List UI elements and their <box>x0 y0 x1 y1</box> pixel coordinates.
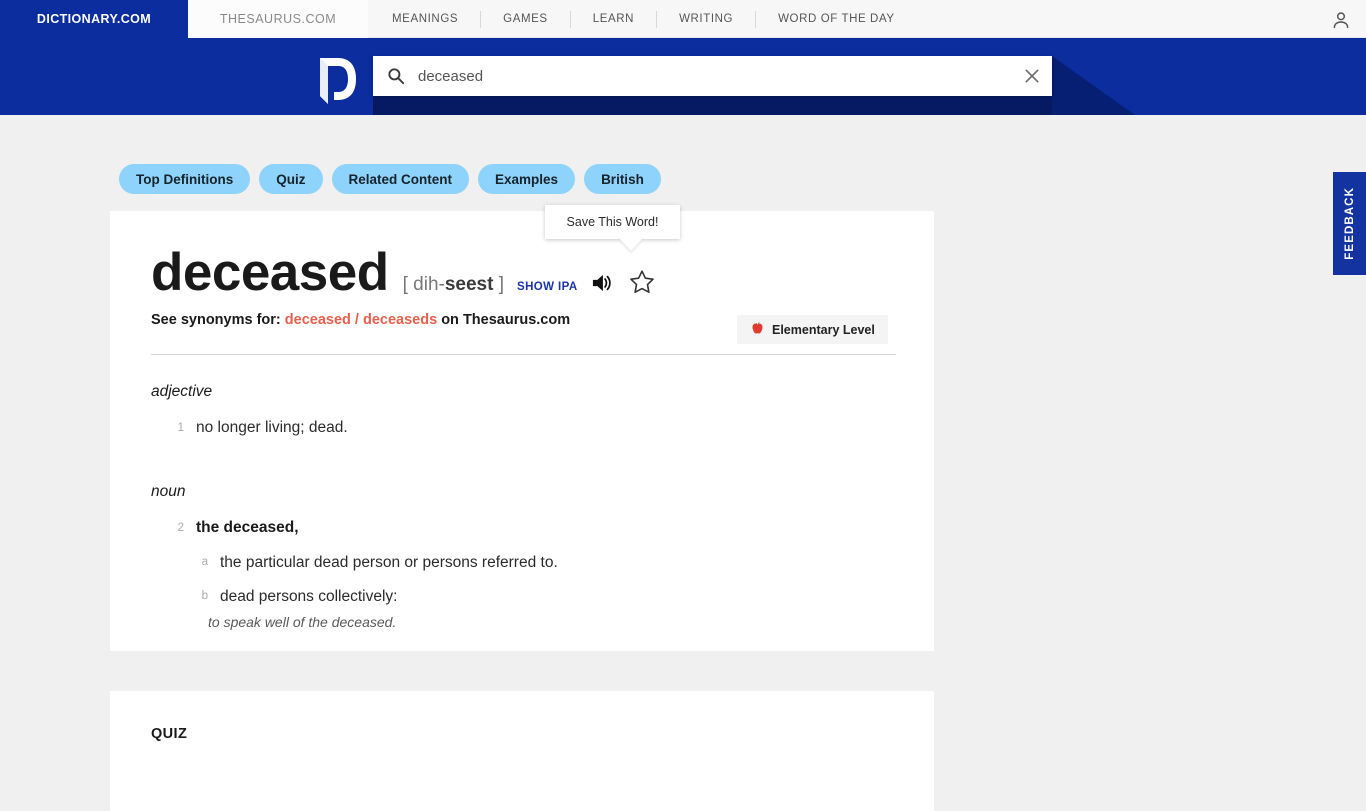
apple-icon <box>750 321 765 339</box>
nav-item-word-of-the-day[interactable]: WORD OF THE DAY <box>756 13 917 25</box>
nav-item-learn[interactable]: LEARN <box>571 13 656 25</box>
pill-examples[interactable]: Examples <box>478 164 576 194</box>
subsense-text: the particular dead person or persons re… <box>220 553 558 571</box>
save-word-tooltip: Save This Word! <box>545 205 680 239</box>
subsense-a: a the particular dead person or persons … <box>151 552 896 574</box>
nav-links: MEANINGS GAMES LEARN WRITING WORD OF THE… <box>370 0 917 38</box>
show-ipa-button[interactable]: SHOW IPA <box>517 281 578 293</box>
synonyms-site[interactable]: Thesaurus.com <box>463 312 570 328</box>
status-badge-label: Elementary Level <box>772 322 875 337</box>
save-word-tooltip-label: Save This Word! <box>566 215 659 229</box>
nav-item-meanings[interactable]: MEANINGS <box>370 13 480 25</box>
subsense-b: b dead persons collectively: to speak we… <box>151 586 896 629</box>
nav-item-writing[interactable]: WRITING <box>657 13 755 25</box>
subsense-letter: a <box>201 555 208 568</box>
subsense-text: dead persons collectively: <box>220 588 398 606</box>
sense-1: 1 no longer living; dead. <box>151 417 896 439</box>
subsense-example: to speak well of the deceased. <box>208 613 397 630</box>
quiz-title: QUIZ <box>151 726 188 742</box>
synonyms-on: on <box>441 312 459 328</box>
sense-text: the deceased, <box>196 519 299 537</box>
search-icon[interactable] <box>387 67 405 85</box>
feedback-tab[interactable]: FEEDBACK <box>1333 172 1366 275</box>
sense-2: 2 the deceased, <box>151 517 896 539</box>
pill-top-definitions[interactable]: Top Definitions <box>119 164 251 194</box>
pronunciation-open: [ dih- <box>402 274 445 295</box>
search-box <box>373 56 1052 96</box>
feedback-tab-label: FEEDBACK <box>1343 187 1356 260</box>
section-pill-nav: Top Definitions Quiz Related Content Exa… <box>119 164 661 194</box>
tab-thesaurus[interactable]: THESAURUS.COM <box>188 0 368 38</box>
definitions-list: adjective 1 no longer living; dead. noun… <box>151 383 896 630</box>
divider <box>151 354 896 355</box>
sense-text: no longer living; dead. <box>196 419 348 436</box>
sense-number: 1 <box>177 422 184 434</box>
pill-british[interactable]: British <box>584 164 661 194</box>
top-navigation-bar: DICTIONARY.COM THESAURUS.COM MEANINGS GA… <box>0 0 1366 38</box>
page-title: deceased <box>151 243 389 302</box>
pronunciation: [ dih-seest ] <box>403 274 504 296</box>
tab-thesaurus-label: THESAURUS.COM <box>219 12 337 26</box>
save-word-tooltip-arrow <box>620 239 642 251</box>
synonyms-separator: / <box>354 312 359 328</box>
nav-item-games[interactable]: GAMES <box>481 13 570 25</box>
synonym-link-deceaseds[interactable]: deceaseds <box>363 312 437 328</box>
star-icon[interactable] <box>629 269 655 294</box>
tab-dictionary-label: DICTIONARY.COM <box>36 12 152 26</box>
speaker-icon[interactable] <box>591 273 613 293</box>
part-of-speech-adjective: adjective <box>151 383 213 400</box>
subsense-body: dead persons collectively: to speak well… <box>208 586 398 629</box>
synonyms-prefix: See synonyms for: <box>151 312 281 328</box>
synonyms-line: See synonyms for: deceased / deceaseds o… <box>151 312 570 328</box>
dictionary-d-logo[interactable] <box>314 54 358 104</box>
tab-dictionary[interactable]: DICTIONARY.COM <box>0 0 188 38</box>
definition-card: deceased [ dih-seest ] SHOW IPA See syno… <box>110 211 934 651</box>
quiz-card: QUIZ <box>110 691 934 811</box>
headword-row: deceased [ dih-seest ] SHOW IPA <box>151 246 655 299</box>
pill-quiz[interactable]: Quiz <box>259 164 323 194</box>
close-icon[interactable] <box>1012 56 1052 96</box>
search-input[interactable] <box>416 66 1012 86</box>
subsense-letter: b <box>201 590 208 603</box>
status-badge[interactable]: Elementary Level <box>737 315 888 344</box>
pill-related-content[interactable]: Related Content <box>331 164 470 194</box>
pronunciation-stress: seest <box>444 274 494 295</box>
sense-number: 2 <box>177 522 184 535</box>
part-of-speech-noun: noun <box>151 483 186 501</box>
synonym-link-deceased[interactable]: deceased <box>285 312 351 328</box>
pronunciation-close: ] <box>493 274 505 295</box>
user-icon[interactable] <box>1330 9 1352 31</box>
